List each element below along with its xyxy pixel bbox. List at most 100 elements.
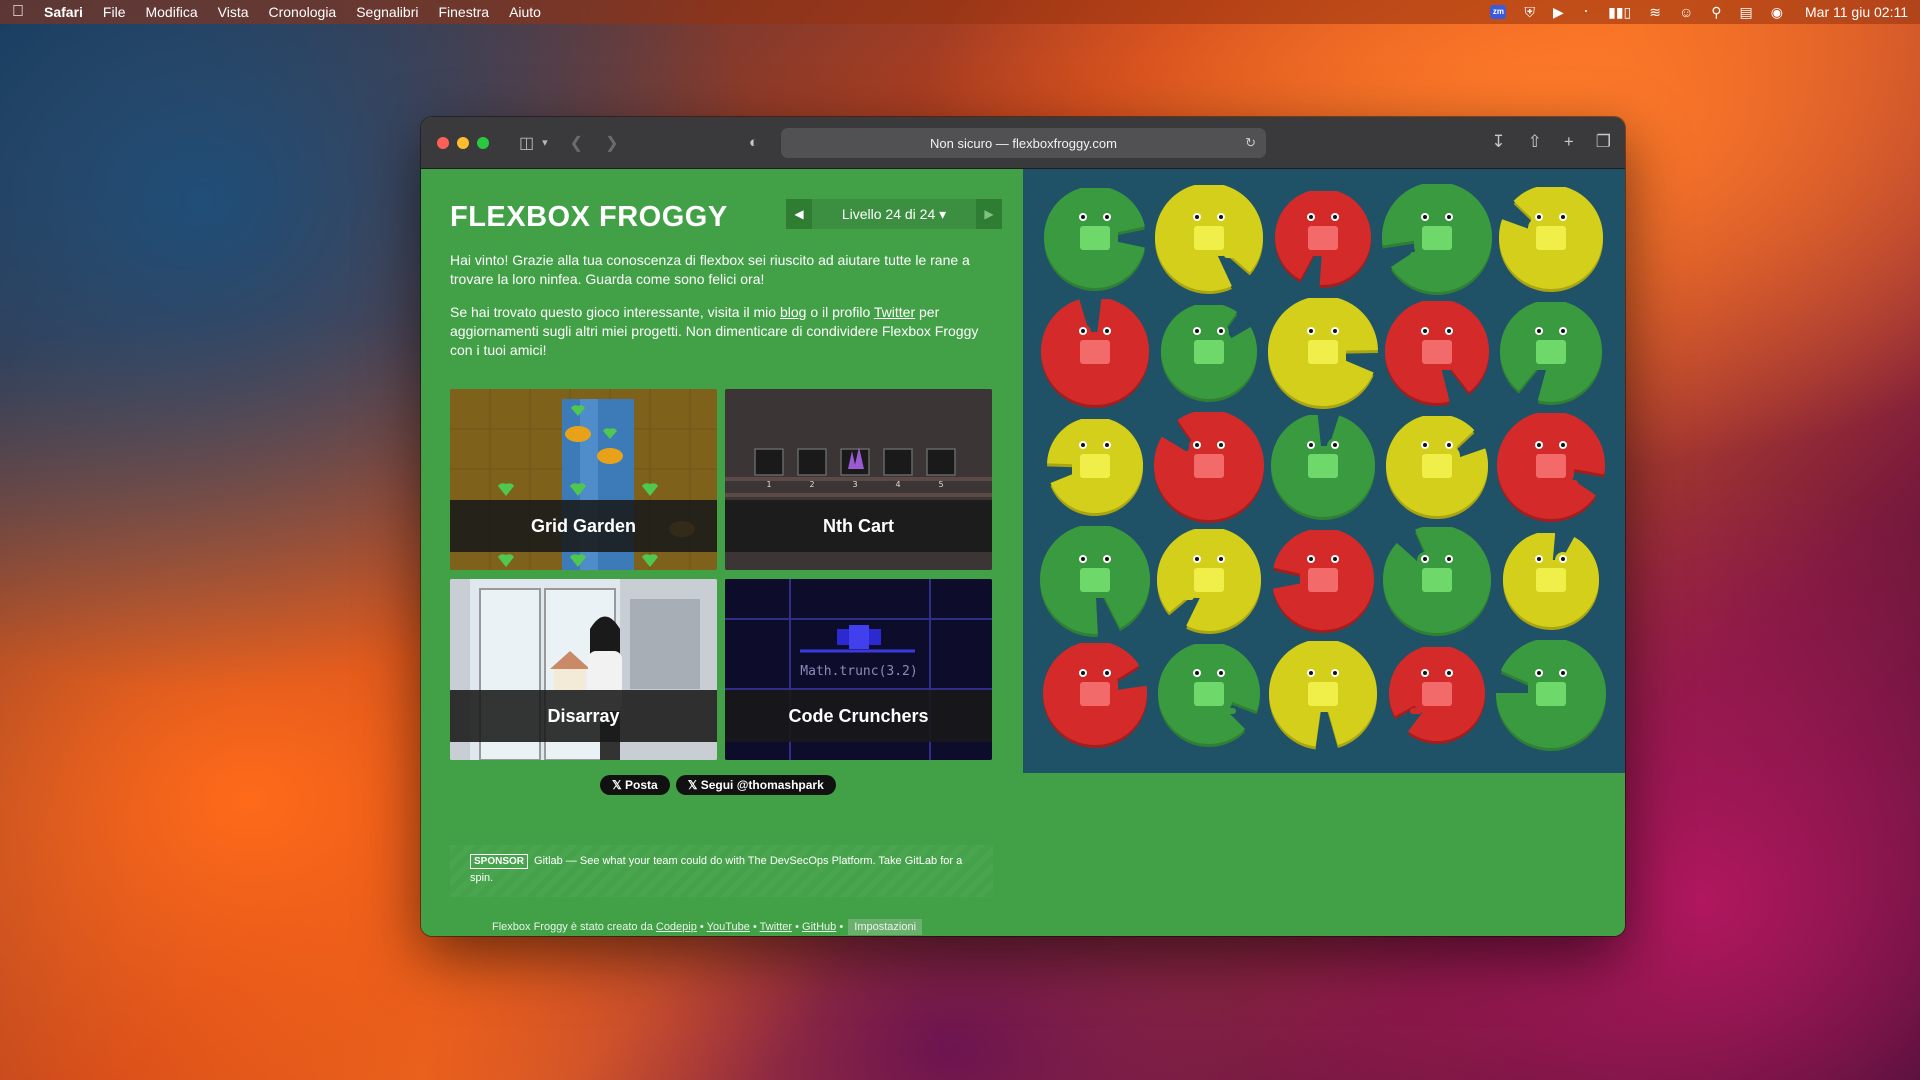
- x-logo-icon: 𝕏: [687, 778, 698, 792]
- frog-yellow-icon: [1296, 324, 1350, 372]
- next-level-arrow[interactable]: ▶: [976, 199, 1002, 229]
- frog-yellow-icon: [1182, 210, 1236, 258]
- sponsor-banner[interactable]: SPONSOR Gitlab — See what your team could…: [450, 845, 993, 897]
- game-tile-nth-cart[interactable]: 1 2 3 4 5 Nth Cart: [725, 389, 992, 570]
- footer-link-codepip[interactable]: Codepip: [656, 921, 697, 933]
- x-post-label: Posta: [625, 778, 658, 792]
- menu-cronologia[interactable]: Cronologia: [269, 4, 337, 20]
- apple-icon[interactable]: : [12, 3, 24, 21]
- caret-down-icon: ▾: [939, 205, 947, 222]
- sidebar-toggle-icon[interactable]: ◫: [519, 133, 534, 153]
- footer-separator: •: [699, 921, 704, 933]
- sponsor-badge: SPONSOR: [470, 854, 529, 869]
- bluetooth-icon[interactable]: ᛫: [1582, 4, 1590, 20]
- frog-red-icon: [1068, 324, 1122, 372]
- tile-title: Nth Cart: [725, 500, 992, 552]
- menu-vista[interactable]: Vista: [218, 4, 249, 20]
- tab-overview-icon[interactable]: ❐: [1596, 132, 1611, 152]
- blog-link[interactable]: blog: [780, 304, 806, 320]
- safari-window: ◫ ▾ ❮ ❯ ◐ Non sicuro — flexboxfroggy.com…: [421, 117, 1625, 936]
- frog-green-icon: [1524, 666, 1578, 714]
- menu-app-safari[interactable]: Safari: [44, 4, 83, 20]
- frog-red-icon: [1296, 552, 1350, 600]
- menu-aiuto[interactable]: Aiuto: [509, 4, 541, 20]
- downloads-icon[interactable]: ↧: [1491, 132, 1505, 152]
- menubar-clock[interactable]: Mar 11 giu 02:11: [1805, 4, 1908, 20]
- back-icon[interactable]: ❮: [570, 133, 583, 153]
- zoom-status-icon[interactable]: zm: [1490, 5, 1507, 19]
- footer-prefix: Flexbox Froggy è stato creato da: [492, 921, 653, 933]
- code-snippet: Math.trunc(3.2): [800, 664, 917, 679]
- tile-title: Grid Garden: [450, 500, 717, 552]
- address-text: Non sicuro — flexboxfroggy.com: [930, 135, 1117, 151]
- promo-text-2: o il profilo: [810, 304, 871, 320]
- minimize-window-button[interactable]: [457, 136, 469, 149]
- control-center-icon[interactable]: ▤: [1740, 4, 1753, 21]
- game-tile-disarray[interactable]: Disarray: [450, 579, 717, 760]
- tile-title: Code Crunchers: [725, 690, 992, 742]
- x-logo-icon: 𝕏: [612, 778, 622, 792]
- frog-red-icon: [1524, 438, 1578, 486]
- frog-green-icon: [1068, 552, 1122, 600]
- footer-link-twitter[interactable]: Twitter: [760, 921, 792, 933]
- frog-green-icon: [1410, 210, 1464, 258]
- privacy-shield-icon[interactable]: ◐: [749, 134, 758, 151]
- game-title: FLEXBOX FROGGY: [450, 201, 728, 233]
- shield-status-icon[interactable]: ⛨: [1524, 4, 1535, 21]
- chevron-down-icon[interactable]: ▾: [542, 136, 548, 149]
- sponsor-text: Gitlab — See what your team could do wit…: [470, 855, 963, 884]
- previous-level-arrow[interactable]: ◀: [786, 199, 812, 229]
- footer-link-github[interactable]: GitHub: [802, 921, 836, 933]
- game-tile-code-crunchers[interactable]: Math.trunc(3.2) Code Crunchers: [725, 579, 992, 760]
- reload-icon[interactable]: ↻: [1245, 135, 1256, 151]
- menu-finestra[interactable]: Finestra: [438, 4, 489, 20]
- zoom-window-button[interactable]: [477, 136, 489, 149]
- game-tile-grid-garden[interactable]: Grid Garden: [450, 389, 717, 570]
- x-follow-button[interactable]: 𝕏 Segui @thomashpark: [675, 775, 836, 795]
- frog-green-icon: [1296, 438, 1350, 486]
- level-label: Livello 24 di 24: [841, 206, 936, 222]
- frog-yellow-icon: [1182, 552, 1236, 600]
- win-message: Hai vinto! Grazie alla tua conoscenza di…: [450, 252, 970, 287]
- user-icon[interactable]: ☺: [1679, 4, 1693, 20]
- footer-separator: •: [752, 921, 757, 933]
- frog-green-icon: [1524, 324, 1578, 372]
- cart-number: 3: [852, 480, 857, 489]
- frog-red-icon: [1182, 438, 1236, 486]
- menu-file[interactable]: File: [103, 4, 126, 20]
- twitter-link[interactable]: Twitter: [874, 304, 915, 320]
- close-window-button[interactable]: [437, 136, 449, 149]
- share-icon[interactable]: ⇧: [1528, 132, 1542, 152]
- page-content: FLEXBOX FROGGY ◀ Livello 24 di 24 ▾ ▶ Ha…: [421, 169, 1625, 936]
- play-status-icon[interactable]: ▶: [1553, 4, 1564, 21]
- frog-red-icon: [1296, 210, 1350, 258]
- browser-toolbar: ◫ ▾ ❮ ❯ ◐ Non sicuro — flexboxfroggy.com…: [421, 117, 1625, 169]
- menu-modifica[interactable]: Modifica: [145, 4, 197, 20]
- frog-red-icon: [1410, 666, 1464, 714]
- footer-separator: •: [839, 921, 844, 933]
- wifi-icon[interactable]: ≋: [1649, 4, 1661, 21]
- frog-green-icon: [1182, 324, 1236, 372]
- cart-number: 1: [766, 480, 771, 489]
- footer-link-youtube[interactable]: YouTube: [707, 921, 750, 933]
- siri-icon[interactable]: ◉: [1771, 4, 1783, 21]
- new-tab-icon[interactable]: +: [1564, 132, 1574, 152]
- x-post-button[interactable]: 𝕏 Posta: [600, 775, 670, 795]
- cart-number: 5: [938, 480, 943, 489]
- menu-bar:  Safari File Modifica Vista Cronologia …: [0, 0, 1920, 24]
- address-bar[interactable]: Non sicuro — flexboxfroggy.com ↻: [781, 128, 1266, 158]
- battery-icon[interactable]: ▮▮▯: [1608, 4, 1631, 21]
- frog-yellow-icon: [1410, 438, 1464, 486]
- frog-yellow-icon: [1524, 552, 1578, 600]
- menu-segnalibri[interactable]: Segnalibri: [356, 4, 418, 20]
- level-selector: ◀ Livello 24 di 24 ▾ ▶: [786, 199, 1002, 229]
- level-dropdown[interactable]: Livello 24 di 24 ▾: [812, 199, 976, 229]
- forward-icon[interactable]: ❯: [605, 133, 618, 153]
- spotlight-search-icon[interactable]: ⚲: [1711, 4, 1721, 21]
- promo-text-1: Se hai trovato questo gioco interessante…: [450, 304, 777, 320]
- frog-yellow-icon: [1524, 210, 1578, 258]
- settings-button[interactable]: Impostazioni: [848, 919, 923, 935]
- frog-red-icon: [1410, 324, 1464, 372]
- cart-number: 2: [809, 480, 814, 489]
- promo-message: Se hai trovato questo gioco interessante…: [450, 303, 995, 360]
